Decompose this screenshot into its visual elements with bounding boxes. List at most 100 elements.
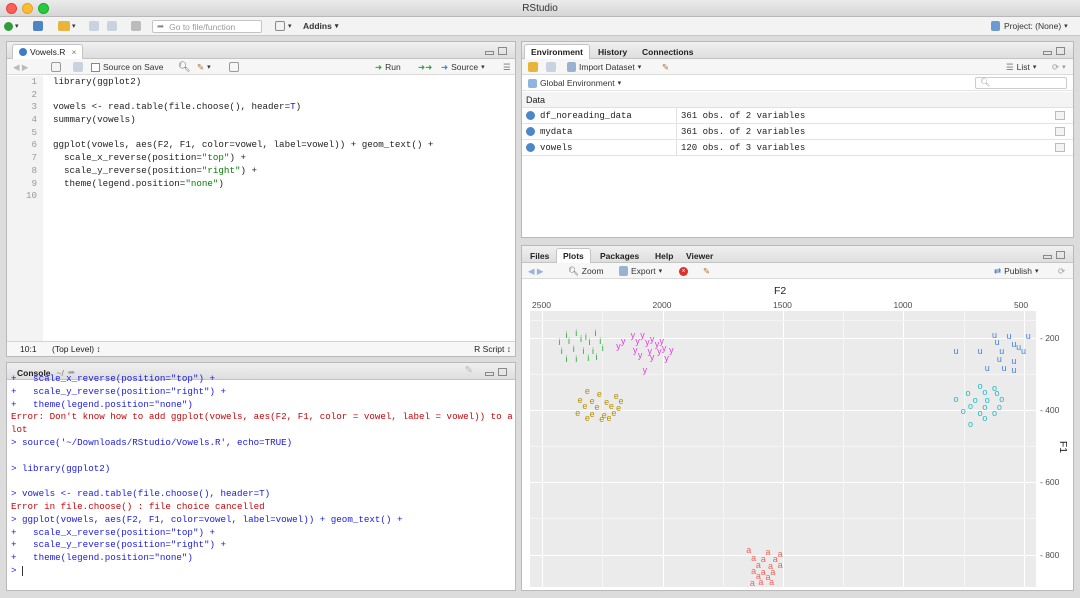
code-line[interactable] (53, 190, 515, 203)
list-view-button[interactable]: ☰ List ▾ (1006, 61, 1036, 73)
x-tick-label: 1500 (773, 300, 792, 310)
code-line[interactable] (53, 127, 515, 140)
clear-env-icon[interactable]: ✎ (662, 61, 669, 73)
code-line[interactable]: vowels <- read.table(file.choose(), head… (53, 101, 515, 114)
code-token: ) + (240, 164, 258, 176)
x-tick-label: 2000 (652, 300, 672, 310)
tab-vowels-r[interactable]: Vowels.R × (12, 44, 84, 59)
vowel-point-i: i (565, 353, 568, 364)
code-editor[interactable]: 1 2 3 4 5 6 7 8 9 10 library(ggplot2) vowels <- re… (7, 76, 515, 341)
vowel-point-u: u (1020, 346, 1026, 357)
code-line[interactable]: summary(vowels) (53, 114, 515, 127)
source-statusbar: 10:1 (Top Level) ↕ R Script ↕ (7, 341, 515, 356)
compile-report-icon[interactable] (229, 61, 239, 73)
rerun-icon[interactable]: ➜➜ (418, 61, 432, 73)
vowel-point-e: e (596, 389, 602, 400)
back-forward-icons[interactable]: ◀ ▶ (13, 61, 28, 73)
layout-icon[interactable]: ▾ (275, 20, 292, 32)
vowel-point-e: e (616, 403, 622, 414)
show-in-window-icon[interactable] (51, 61, 61, 73)
publish-button[interactable]: ⇄ Publish ▾ (994, 265, 1039, 277)
expand-arrow-icon[interactable] (526, 111, 535, 120)
import-dataset-button[interactable]: Import Dataset ▾ (567, 61, 641, 73)
line-number: 4 (31, 114, 37, 126)
source-pane: Vowels.R × ◀ ▶ Source on Save 🔍︎ ✎ ▾ ➜ Run… (6, 41, 516, 357)
maximize-pane-icon[interactable] (498, 47, 507, 55)
tab-history[interactable]: History (592, 44, 633, 59)
code-token: vowels <- read.table(file.choose(), head… (53, 101, 291, 113)
plots-pane: Files Plots Packages Help Viewer ◀ ▶ 🔍︎ Z… (521, 245, 1074, 591)
env-row[interactable]: vowels 120 obs. of 3 variables (522, 140, 1073, 156)
code-line[interactable] (53, 89, 515, 102)
global-env-selector[interactable]: Global Environment ▾ (528, 77, 621, 89)
code-line[interactable]: scale_y_reverse(position="right") + (53, 165, 515, 178)
project-menu[interactable]: Project: (None) ▾ (991, 20, 1068, 32)
remove-plot-icon[interactable]: × (679, 265, 688, 277)
document-outline-icon[interactable]: ☰ (503, 61, 511, 73)
vowel-point-y: y (637, 350, 643, 361)
tab-environment[interactable]: Environment (524, 44, 590, 59)
env-maximize-icon[interactable] (1056, 47, 1065, 55)
console-line: > source('~/Downloads/RStudio/Vowels.R',… (11, 436, 293, 448)
run-button[interactable]: ➜ Run (375, 61, 401, 73)
code-line[interactable]: theme(legend.position="none") (53, 178, 515, 191)
env-minimize-icon[interactable] (1043, 51, 1052, 55)
expand-arrow-icon[interactable] (526, 143, 535, 152)
print-icon[interactable] (131, 20, 141, 32)
view-table-icon[interactable] (1055, 143, 1065, 152)
open-file-icon[interactable]: ▾ (58, 20, 76, 32)
close-tab-icon[interactable]: × (71, 47, 76, 57)
save-file-icon[interactable] (73, 61, 83, 73)
x-minor-gridline (843, 311, 845, 587)
y-tick-label: - 400 (1040, 405, 1060, 416)
y-minor-gridline (530, 518, 1036, 520)
tab-connections[interactable]: Connections (636, 44, 699, 59)
save-all-icon[interactable] (107, 20, 117, 32)
tab-packages[interactable]: Packages (594, 248, 645, 263)
goto-file-input[interactable]: ➦ Go to file/function (152, 20, 262, 33)
addins-menu[interactable]: Addins ▾ (303, 20, 338, 32)
refresh-env-icon[interactable]: ⟳ ▾ (1052, 61, 1066, 73)
view-table-icon[interactable] (1055, 111, 1065, 120)
plots-maximize-icon[interactable] (1056, 251, 1065, 259)
source-button[interactable]: ➜ Source ▾ (441, 61, 485, 73)
vowel-point-i: i (594, 328, 597, 339)
code-line[interactable]: scale_x_reverse(position="top") + (53, 152, 515, 165)
plot-back-forward-icons[interactable]: ◀ ▶ (528, 265, 543, 277)
new-file-icon[interactable]: ▾ (4, 20, 19, 32)
view-table-icon[interactable] (1055, 127, 1065, 136)
new-project-icon[interactable] (33, 20, 43, 32)
zoom-button[interactable]: 🔍︎ Zoom (568, 265, 604, 277)
language-selector[interactable]: R Script ↕ (474, 344, 511, 354)
tab-viewer[interactable]: Viewer (680, 248, 719, 263)
minimize-pane-icon[interactable] (485, 51, 494, 55)
code-tools-icon[interactable]: ✎ ▾ (197, 61, 211, 73)
line-number: 1 (31, 76, 37, 87)
save-icon[interactable] (89, 20, 99, 32)
var-name: vowels (540, 140, 677, 155)
tab-plots[interactable]: Plots (556, 248, 591, 263)
export-button[interactable]: Export ▾ (619, 265, 662, 277)
find-icon[interactable]: 🔍︎ (178, 61, 191, 73)
console-line: > library(ggplot2) (11, 462, 111, 474)
r-file-icon (19, 48, 27, 56)
env-row[interactable]: df_noreading_data 361 obs. of 2 variables (522, 108, 1073, 124)
scope-selector[interactable]: (Top Level) ↕ (52, 344, 101, 354)
code-content[interactable]: library(ggplot2) vowels <- read.table(fil… (53, 76, 515, 341)
vowel-point-y: y (664, 352, 669, 363)
load-workspace-icon[interactable] (528, 61, 538, 73)
code-line[interactable]: ggplot(vowels, aes(F2, F1, color=vowel, … (53, 139, 515, 152)
expand-arrow-icon[interactable] (526, 127, 535, 136)
console-pane: Console ~/ ➦ ✎ + scale_x_reverse(positio… (6, 362, 516, 591)
plots-minimize-icon[interactable] (1043, 255, 1052, 259)
save-workspace-icon[interactable] (546, 61, 556, 73)
tab-files[interactable]: Files (524, 248, 555, 263)
source-on-save-checkbox[interactable]: Source on Save (91, 61, 163, 73)
env-row[interactable]: mydata 361 obs. of 2 variables (522, 124, 1073, 140)
env-search-input[interactable]: 🔍︎ (975, 77, 1067, 89)
clear-plots-icon[interactable]: ✎ (703, 265, 710, 277)
tab-help[interactable]: Help (649, 248, 679, 263)
refresh-plot-icon[interactable]: ⟳ (1058, 265, 1065, 277)
code-line[interactable]: library(ggplot2) (53, 76, 515, 89)
console-output[interactable]: + scale_x_reverse(position="top") + + sca… (11, 373, 513, 588)
